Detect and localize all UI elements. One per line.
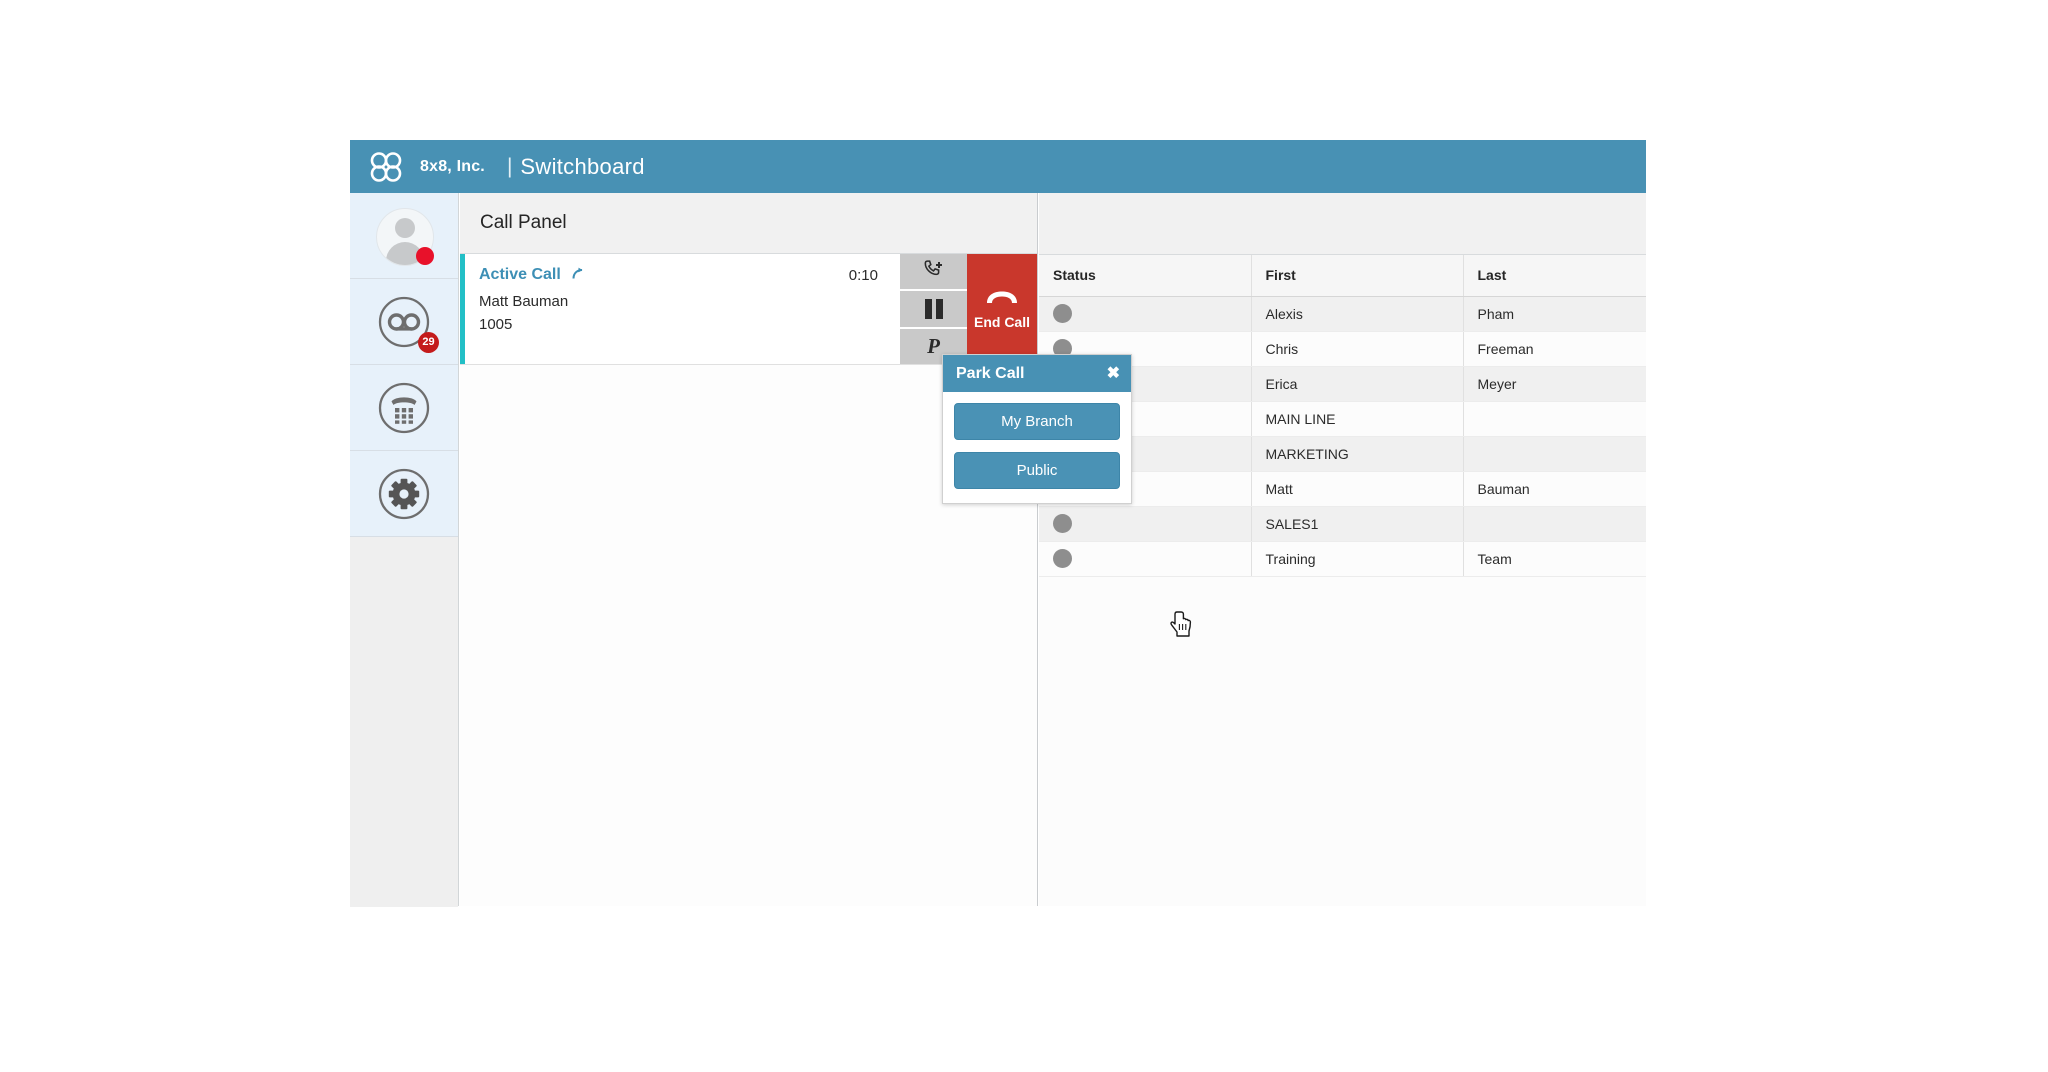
phone-plus-icon xyxy=(923,258,945,285)
sidebar-item-dialpad[interactable] xyxy=(350,365,458,451)
cell-status xyxy=(1039,296,1251,332)
page-title: Call Panel xyxy=(480,212,567,233)
call-panel: Call Panel Active Call 0:10 Matt Bauman … xyxy=(460,193,1038,906)
cell-last-name: Freeman xyxy=(1462,331,1646,367)
contacts-panel-header xyxy=(1039,193,1646,255)
inbound-call-arrow-icon xyxy=(571,267,585,285)
park-call-dialog-header: Park Call ✖ xyxy=(943,355,1131,392)
table-header-row: Status First Last xyxy=(1039,255,1646,297)
column-header-first[interactable]: First xyxy=(1250,255,1463,297)
status-badge xyxy=(1053,549,1072,568)
hold-call-button[interactable] xyxy=(900,291,967,329)
call-panel-header: Call Panel xyxy=(460,193,1037,254)
column-header-last[interactable]: Last xyxy=(1462,255,1646,297)
sidebar-item-settings[interactable] xyxy=(350,451,458,537)
call-duration-timer: 0:10 xyxy=(848,267,878,284)
park-call-dialog-title: Park Call xyxy=(956,364,1025,382)
presence-status-dot xyxy=(416,246,434,265)
sidebar-item-profile[interactable] xyxy=(350,193,458,279)
status-badge xyxy=(1053,304,1072,323)
table-row[interactable]: Alexis Pham xyxy=(1039,296,1646,332)
cell-status xyxy=(1039,541,1251,577)
cell-last-name xyxy=(1462,436,1646,472)
cell-first-name: Erica xyxy=(1250,366,1463,402)
cell-last-name: Pham xyxy=(1462,296,1646,332)
active-call-info: Active Call 0:10 Matt Bauman 1005 xyxy=(465,254,900,364)
active-call-row[interactable]: Active Call 0:10 Matt Bauman 1005 P End … xyxy=(460,254,1037,365)
cell-last-name xyxy=(1462,506,1646,542)
status-badge xyxy=(1053,514,1072,533)
end-call-label: End Call xyxy=(973,314,1030,330)
table-row[interactable]: Training Team xyxy=(1039,541,1646,577)
sidebar-empty-area xyxy=(350,537,458,907)
table-row[interactable]: SALES1 xyxy=(1039,506,1646,542)
cell-last-name: Bauman xyxy=(1462,471,1646,507)
close-icon[interactable]: ✖ xyxy=(1107,365,1120,382)
cell-first-name: MAIN LINE xyxy=(1250,401,1463,437)
end-call-button[interactable]: End Call xyxy=(967,254,1037,364)
cell-status xyxy=(1039,506,1251,542)
cell-last-name xyxy=(1462,401,1646,437)
sidebar-item-voicemail[interactable]: 29 xyxy=(350,279,458,365)
cell-first-name: SALES1 xyxy=(1250,506,1463,542)
switchboard-app: 8x8, Inc. | Switchboard 29 Call Panel Ac… xyxy=(350,140,1646,907)
cell-first-name: MARKETING xyxy=(1250,436,1463,472)
park-p-icon: P xyxy=(927,333,940,358)
park-call-dialog-body: My Branch Public xyxy=(943,392,1131,503)
hangup-handset-icon xyxy=(984,289,1020,312)
cell-last-name: Team xyxy=(1462,541,1646,577)
8x8-logo-icon xyxy=(368,150,408,184)
sidebar: 29 xyxy=(350,193,459,907)
cell-first-name: Matt xyxy=(1250,471,1463,507)
park-call-dialog: Park Call ✖ My Branch Public xyxy=(942,354,1132,504)
pause-icon xyxy=(924,298,943,319)
app-title: Switchboard xyxy=(520,153,645,179)
park-my-branch-button[interactable]: My Branch xyxy=(954,403,1120,440)
gear-icon xyxy=(378,468,430,519)
caller-name: Matt Bauman xyxy=(479,293,569,310)
dialpad-phone-icon xyxy=(378,382,430,433)
cell-first-name: Chris xyxy=(1250,331,1463,367)
app-header: 8x8, Inc. | Switchboard xyxy=(350,140,1646,193)
brand-name: 8x8, Inc. xyxy=(420,157,485,175)
park-public-button[interactable]: Public xyxy=(954,452,1120,489)
header-separator: | xyxy=(506,154,513,178)
call-action-buttons: P xyxy=(900,254,967,364)
voicemail-count-badge: 29 xyxy=(418,331,439,353)
cell-first-name: Training xyxy=(1250,541,1463,577)
caller-extension: 1005 xyxy=(479,316,513,333)
contacts-panel: Status First Last Alexis Pham Chris Freeman… xyxy=(1039,193,1646,906)
transfer-call-button[interactable] xyxy=(900,254,967,292)
active-call-state-label: Active Call xyxy=(479,266,561,283)
cell-last-name: Meyer xyxy=(1462,366,1646,402)
cell-first-name: Alexis xyxy=(1250,296,1463,332)
column-header-status[interactable]: Status xyxy=(1039,255,1251,297)
